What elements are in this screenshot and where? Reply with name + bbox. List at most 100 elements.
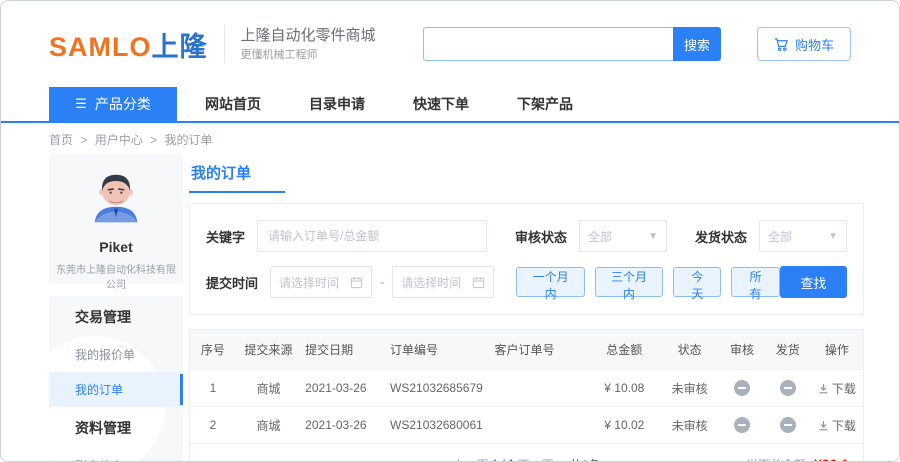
keyword-label: 关键字 (206, 229, 246, 245)
col-audit: 审核 (729, 343, 754, 357)
header: SAMLO上隆 上隆自动化零件商城 更懂机械工程师 搜索 购物车 (1, 1, 899, 87)
ship-disabled-icon (779, 380, 796, 396)
pagination-total-count: 共2条 (570, 456, 601, 462)
sidebar-section-profile: 资料管理 (75, 420, 131, 436)
page-frame: SAMLO上隆 上隆自动化零件商城 更懂机械工程师 搜索 购物车 ☰ 产品分类 (0, 0, 900, 462)
audit-status-label: 审核状态 (515, 229, 568, 245)
breadcrumb-home[interactable]: 首页 (49, 133, 73, 147)
audit-disabled-icon (733, 417, 750, 433)
cell-order-no: WS21032685679 (390, 381, 483, 395)
quick-filter-three-months[interactable]: 三个月内 (594, 267, 664, 301)
logo-cn: 上隆 (151, 31, 208, 62)
col-order-no: 订单编号 (390, 343, 439, 357)
audit-status-value: 全部 (588, 229, 613, 244)
cell-source: 商城 (256, 418, 281, 433)
breadcrumb-separator: > (150, 133, 158, 147)
search-input[interactable] (422, 27, 673, 61)
ship-status-label: 发货状态 (695, 229, 748, 245)
cart-button-label: 购物车 (794, 37, 834, 53)
col-actions: 操作 (824, 343, 849, 357)
date-start-input[interactable]: 请选择时间 (270, 266, 373, 298)
breadcrumb-my-orders: 我的订单 (164, 133, 213, 147)
cell-date: 2021-03-26 (305, 381, 367, 395)
ship-status-select[interactable]: 全部 ▼ (759, 220, 848, 252)
cart-icon (774, 37, 789, 52)
table-row: 1 商城 2021-03-26 WS21032685679 ¥ 10.08 未审… (190, 370, 864, 407)
col-amount: 总金额 (606, 343, 643, 357)
cart-button[interactable]: 购物车 (756, 27, 851, 61)
content: Piket 东莞市上隆自动化科技有限公司 交易管理 我的报价单 我的订单 资料管… (1, 154, 899, 462)
logo-en: SAMLO (49, 31, 152, 62)
product-category-button[interactable]: ☰ 产品分类 (49, 87, 177, 121)
quick-filter-all[interactable]: 所有 (731, 267, 780, 301)
download-icon (818, 420, 829, 431)
cell-index: 1 (209, 381, 217, 395)
pagination-next[interactable]: 下一页 (518, 456, 554, 462)
download-label: 下载 (831, 381, 856, 396)
col-date: 提交日期 (305, 343, 354, 357)
pagination-total-pages: 1 (508, 457, 515, 461)
quick-filter-today[interactable]: 今天 (673, 267, 722, 301)
col-ship: 发货 (775, 343, 800, 357)
main-nav: ☰ 产品分类 网站首页 目录申请 快速下单 下架产品 (1, 87, 899, 123)
col-index: 序号 (200, 343, 225, 357)
quick-filter-one-month[interactable]: 一个月内 (516, 267, 585, 301)
download-link[interactable]: 下载 (818, 380, 856, 397)
date-end-input[interactable]: 请选择时间 (392, 266, 495, 298)
pagination-current-page: 1 (492, 457, 499, 461)
page-title: 我的订单 (189, 162, 286, 193)
table-footer: 上一页 1 / 1 下一页 共2条 当页总金额 ¥20.1 (190, 444, 863, 462)
shop-title: 上隆自动化零件商城 (240, 26, 376, 44)
product-category-label: 产品分类 (94, 96, 151, 112)
table-row: 2 商城 2021-03-26 WS21032680061 ¥ 10.02 未审… (190, 407, 864, 444)
download-label: 下载 (831, 418, 856, 433)
cell-status: 未审核 (671, 418, 708, 433)
calendar-icon (350, 276, 363, 289)
search-group: 搜索 (422, 27, 721, 61)
breadcrumb-separator: > (80, 133, 88, 147)
shop-title-block: 上隆自动化零件商城 更懂机械工程师 (241, 25, 376, 64)
download-link[interactable]: 下载 (818, 417, 856, 434)
orders-table: 序号 提交来源 提交日期 订单编号 客户订单号 总金额 状态 审核 发货 操作 … (189, 329, 865, 462)
pagination-prev[interactable]: 上一页 (453, 456, 489, 462)
user-company: 东莞市上隆自动化科技有限公司 (56, 265, 176, 291)
logo[interactable]: SAMLO上隆 (49, 25, 208, 64)
cell-date: 2021-03-26 (305, 418, 367, 432)
main-panel: 我的订单 关键字 审核状态 全部 ▼ 发货状态 全部 ▼ (189, 154, 865, 462)
cell-index: 2 (209, 418, 217, 432)
nav-link-discontinued[interactable]: 下架产品 (517, 94, 573, 114)
col-status: 状态 (677, 343, 702, 357)
search-button[interactable]: 搜索 (672, 27, 721, 61)
find-button[interactable]: 查找 (779, 266, 848, 298)
nav-link-catalog[interactable]: 目录申请 (309, 94, 365, 114)
col-customer-order-no: 客户订单号 (494, 343, 555, 357)
sidebar-menu: 交易管理 我的报价单 我的订单 资料管理 账户信息 地址管理 (25, 296, 183, 461)
cell-status: 未审核 (671, 381, 708, 396)
sidebar-item-account-info[interactable]: 账户信息 (49, 448, 183, 461)
calendar-icon (472, 276, 485, 289)
ship-status-value: 全部 (768, 229, 793, 244)
submit-time-label: 提交时间 (206, 275, 259, 291)
user-name: Piket (99, 239, 133, 255)
col-source: 提交来源 (244, 343, 293, 357)
chevron-down-icon: ▼ (828, 230, 839, 242)
filter-panel: 关键字 审核状态 全部 ▼ 发货状态 全部 ▼ 提交时间 (189, 203, 865, 315)
cell-amount: ¥ 10.08 (604, 381, 645, 395)
sidebar-section-trade: 交易管理 (75, 309, 131, 325)
menu-bars-icon: ☰ (75, 96, 87, 111)
breadcrumb-user-center[interactable]: 用户中心 (95, 133, 143, 147)
avatar (85, 166, 147, 233)
sidebar-item-my-orders[interactable]: 我的订单 (49, 372, 183, 407)
sidebar: Piket 东莞市上隆自动化科技有限公司 交易管理 我的报价单 我的订单 资料管… (25, 154, 183, 461)
audit-status-select[interactable]: 全部 ▼ (579, 220, 668, 252)
cell-order-no: WS21032680061 (390, 418, 483, 432)
download-icon (818, 383, 829, 394)
nav-link-home[interactable]: 网站首页 (205, 94, 261, 114)
keyword-input[interactable] (257, 220, 488, 252)
cell-source: 商城 (256, 381, 281, 396)
header-divider (223, 25, 225, 63)
sidebar-item-my-quotes[interactable]: 我的报价单 (49, 337, 183, 372)
page-total-value: ¥20.1 (814, 456, 849, 461)
nav-link-quick-order[interactable]: 快速下单 (413, 94, 469, 114)
breadcrumb: 首页 > 用户中心 > 我的订单 (1, 123, 899, 154)
